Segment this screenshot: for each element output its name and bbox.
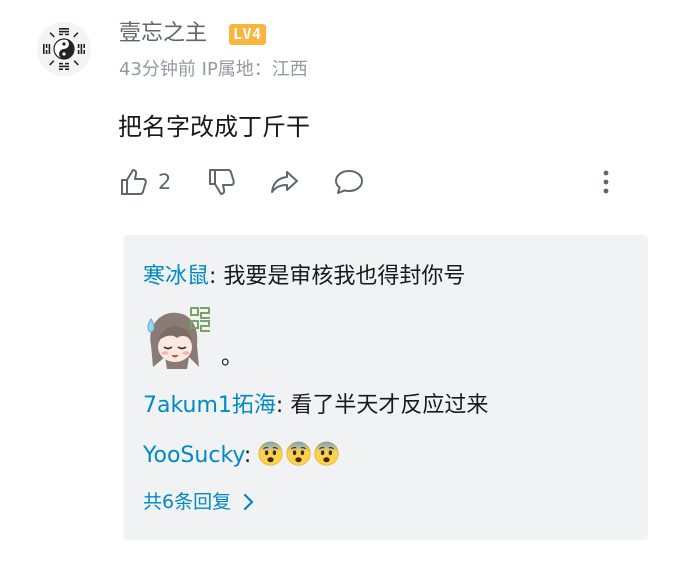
more-vertical-icon bbox=[603, 170, 609, 194]
reply-item: 寒冰鼠: 我要是审核我也得封你号 bbox=[143, 260, 465, 294]
fearful-face-emoji bbox=[258, 441, 283, 466]
reply-separator: : bbox=[209, 264, 224, 289]
fearful-face-emoji bbox=[314, 441, 339, 466]
share-button[interactable] bbox=[268, 164, 302, 200]
view-more-label: 共6条回复 bbox=[143, 491, 232, 513]
reply-username[interactable]: 7akum1拓海 bbox=[143, 393, 276, 418]
reply-text: 我要是审核我也得封你号 bbox=[223, 264, 466, 289]
comment-text: 把名字改成丁斤干 bbox=[118, 113, 310, 141]
thumb-down-icon bbox=[209, 169, 235, 195]
fearful-face-emoji bbox=[286, 441, 311, 466]
share-icon bbox=[271, 171, 298, 193]
thumb-up-icon bbox=[121, 169, 147, 195]
comment-username[interactable]: 壹忘之主 bbox=[119, 17, 207, 51]
like-button[interactable]: 2 bbox=[118, 164, 171, 200]
reply-username[interactable]: 寒冰鼠 bbox=[143, 264, 209, 289]
sticker-suffix: 。 bbox=[221, 345, 244, 370]
more-options-button[interactable] bbox=[600, 164, 612, 200]
user-avatar[interactable] bbox=[37, 22, 91, 76]
comment-action-bar: 2 bbox=[118, 164, 618, 200]
reply-item: 7akum1拓海: 看了半天才反应过来 bbox=[143, 389, 488, 423]
reply-button[interactable] bbox=[332, 164, 366, 200]
chevron-right-icon bbox=[243, 493, 254, 511]
reply-separator: : bbox=[275, 393, 291, 418]
level-badge: LV4 bbox=[229, 24, 266, 45]
bagua-avatar-icon bbox=[37, 22, 91, 76]
reply-item: YooSucky: bbox=[143, 439, 342, 473]
like-count: 2 bbox=[158, 170, 172, 194]
reply-separator: : bbox=[243, 443, 259, 468]
comment-ip-location: IP属地：江西 bbox=[201, 59, 308, 80]
replies-preview: 寒冰鼠: 我要是审核我也得封你号 。 7akum1拓海: 看了半天才反应过来 Y… bbox=[123, 235, 648, 540]
comment-time: 43分钟前 bbox=[119, 59, 196, 80]
view-all-replies-link[interactable]: 共6条回复 bbox=[143, 488, 255, 516]
reply-icon bbox=[335, 170, 363, 194]
dislike-button[interactable] bbox=[206, 164, 238, 200]
reply-username[interactable]: YooSucky bbox=[143, 443, 244, 468]
comment-meta: 43分钟前 IP属地：江西 bbox=[119, 57, 308, 83]
reply-text: 看了半天才反应过来 bbox=[290, 393, 489, 418]
sticker-image bbox=[141, 305, 213, 371]
anime-girl-sticker-icon bbox=[147, 307, 210, 369]
